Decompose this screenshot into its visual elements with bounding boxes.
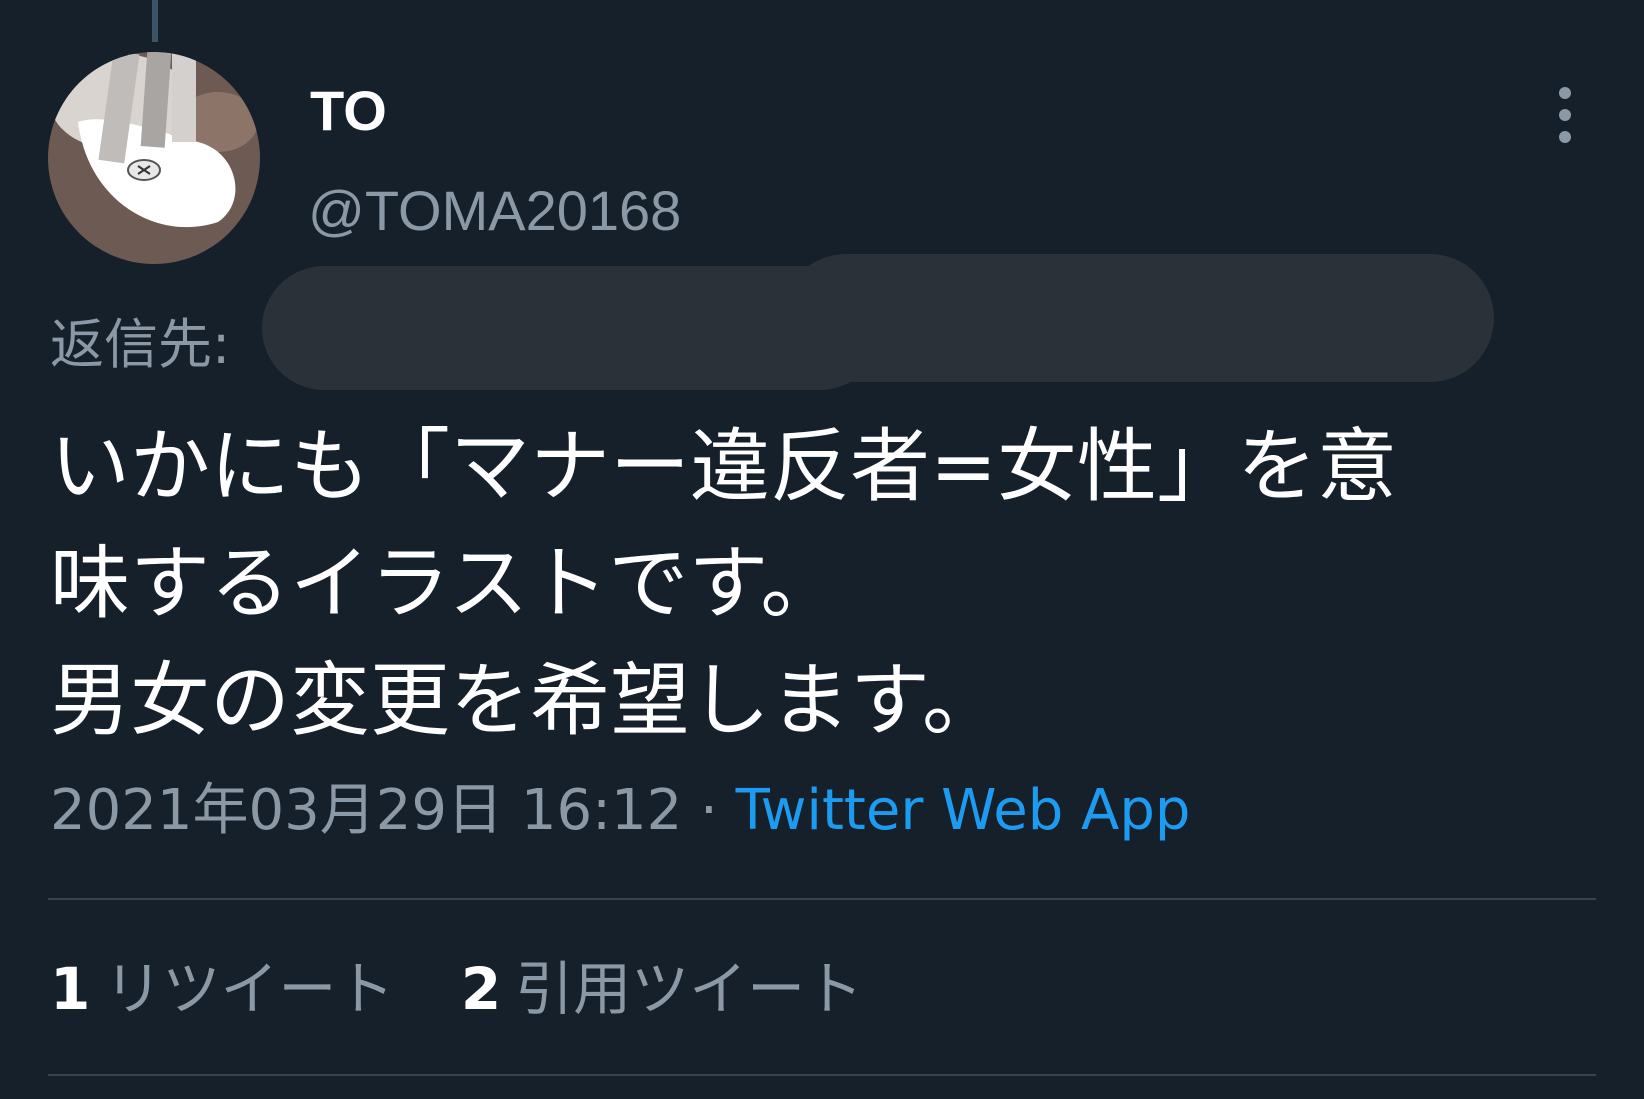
redacted-reply-recipient [262, 254, 1494, 394]
retweet-count: 1 [50, 955, 91, 1023]
tweet-text-line: いかにも「マナー違反者=女性」を意 [50, 420, 1398, 513]
tweet-metadata: 2021年03月29日 16:12 · Twitter Web App [50, 776, 1190, 846]
source-link[interactable]: Twitter Web App [736, 778, 1191, 843]
retweet-count-link[interactable]: 1 リツイート [50, 954, 394, 1024]
reply-to-label: 返信先: [50, 313, 231, 376]
more-options-button[interactable] [1540, 82, 1590, 148]
quote-tweet-label: 引用ツイート [515, 955, 864, 1023]
retweet-label: リツイート [104, 955, 395, 1023]
quote-tweet-count-link[interactable]: 2 引用ツイート [461, 954, 863, 1024]
tweet-text-line: 男女の変更を希望します。 [50, 654, 1002, 747]
divider [48, 898, 1596, 900]
divider [48, 1074, 1596, 1076]
thread-connector-line [152, 0, 158, 42]
avatar[interactable] [48, 52, 260, 264]
quote-tweet-count: 2 [460, 955, 502, 1023]
tweet-text-line: 味するイラストです。 [50, 537, 841, 630]
tweet-text: いかにも「マナー違反者=女性」を意 味するイラストです。 男女の変更を希望します… [50, 408, 1570, 759]
metadata-separator: · [700, 778, 718, 843]
vertical-ellipsis-icon [1559, 87, 1571, 143]
engagement-stats: 1 リツイート 2 引用ツイート [50, 954, 863, 1024]
display-name[interactable]: TO [310, 76, 387, 146]
user-handle[interactable]: @TOMA20168 [308, 176, 681, 246]
timestamp[interactable]: 2021年03月29日 16:12 [50, 778, 682, 843]
